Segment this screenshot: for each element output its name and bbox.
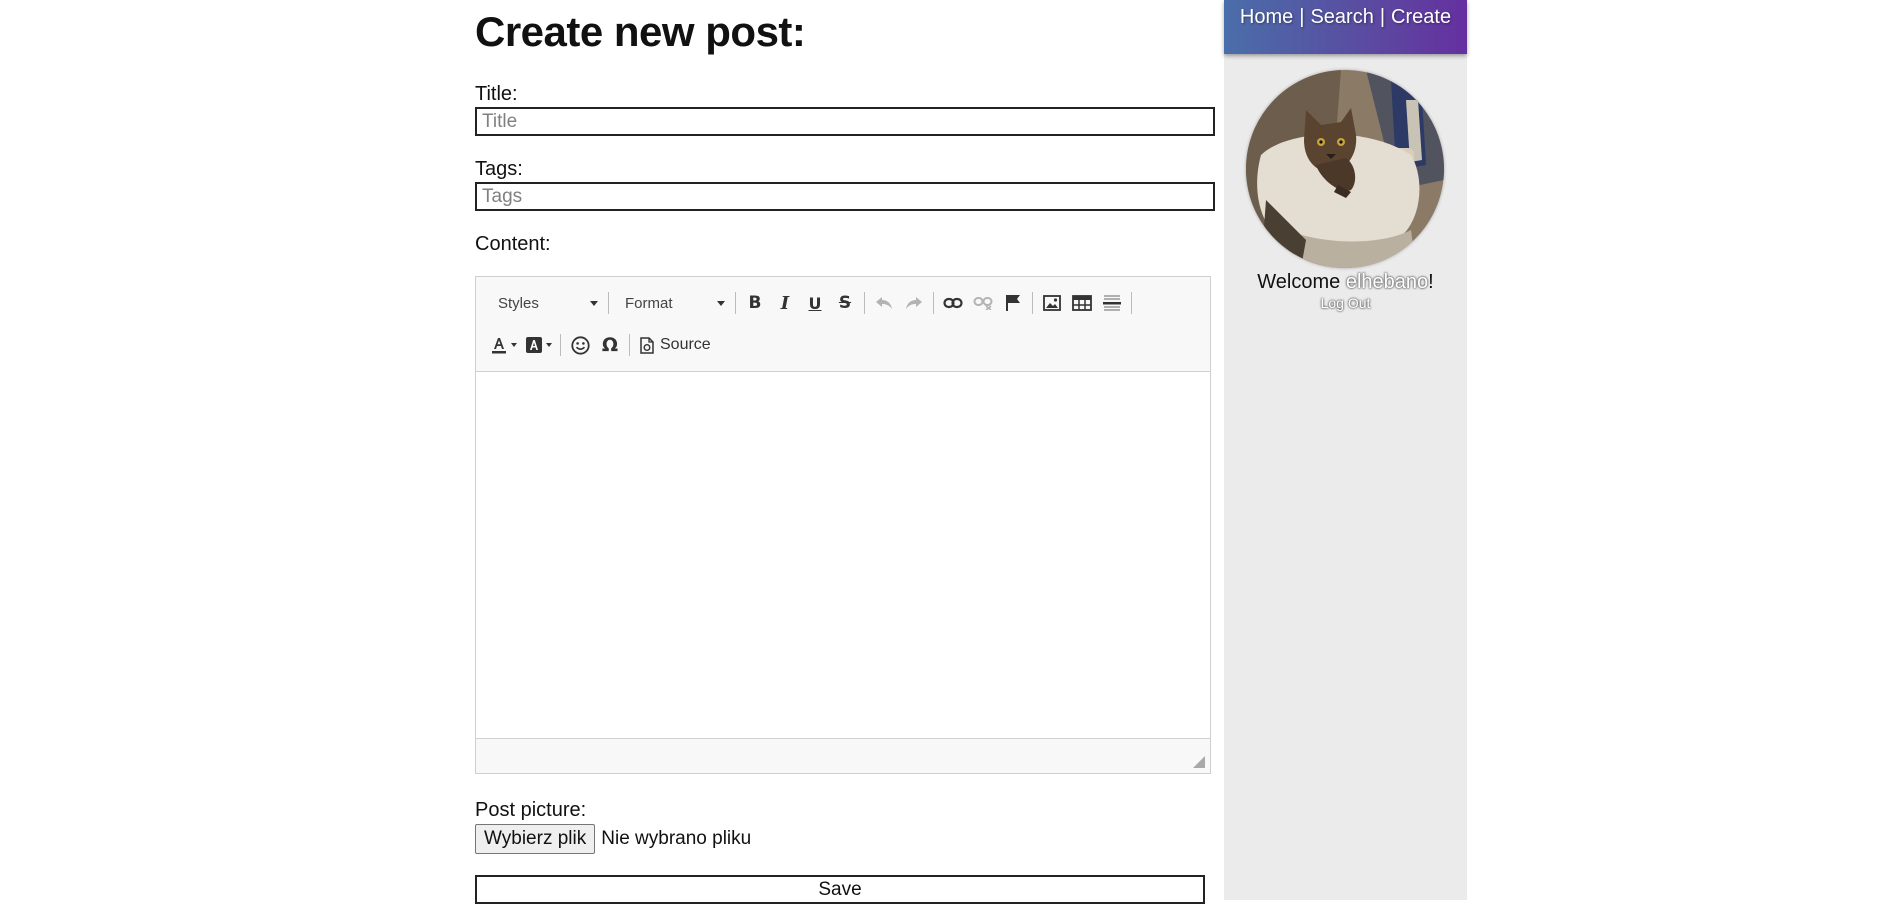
redo-button[interactable] <box>899 289 929 317</box>
title-input[interactable] <box>475 107 1215 136</box>
tags-input[interactable] <box>475 182 1215 211</box>
format-dropdown-label: Format <box>625 294 673 312</box>
editor-toolbar: Styles Format B I U S Ω Source <box>476 277 1210 372</box>
title-label: Title: <box>475 83 518 105</box>
editor-content-area[interactable] <box>476 372 1210 738</box>
rich-text-editor: Styles Format B I U S Ω Source <box>475 276 1211 774</box>
page-title: Create new post: <box>475 8 806 55</box>
toolbar-separator <box>933 292 934 314</box>
chevron-down-icon <box>590 300 598 306</box>
undo-button[interactable] <box>869 289 899 317</box>
editor-footer <box>476 738 1210 773</box>
toolbar-separator <box>1032 292 1033 314</box>
bold-icon: B <box>748 293 762 313</box>
choose-file-button[interactable]: Wybierz plik <box>475 824 596 854</box>
anchor-button[interactable] <box>998 289 1028 317</box>
toolbar-separator <box>629 334 630 356</box>
background-color-icon <box>526 337 542 353</box>
avatar <box>1246 70 1444 268</box>
source-icon <box>640 336 654 354</box>
unlink-button[interactable] <box>968 289 998 317</box>
background-color-button[interactable] <box>521 331 556 359</box>
toolbar-separator <box>1131 292 1132 314</box>
italic-icon: I <box>780 292 790 314</box>
link-button[interactable] <box>938 289 968 317</box>
avatar-cat-photo <box>1246 70 1444 268</box>
post-picture-label: Post picture: <box>475 799 587 821</box>
save-button[interactable]: Save <box>475 875 1205 904</box>
italic-button[interactable]: I <box>770 289 800 317</box>
file-status-text: Nie wybrano pliku <box>601 828 752 849</box>
username-link[interactable]: elhebano <box>1346 271 1428 293</box>
chevron-down-icon <box>546 343 552 347</box>
table-icon <box>1072 295 1092 311</box>
logout-link[interactable]: Log Out <box>1224 295 1467 311</box>
file-picker: Wybierz plik Nie wybrano pliku <box>475 824 751 854</box>
link-icon <box>943 297 963 309</box>
text-color-icon <box>492 338 506 354</box>
redo-icon <box>906 297 922 309</box>
smiley-icon <box>570 335 590 355</box>
horizontal-line-icon <box>1103 295 1121 311</box>
image-button[interactable] <box>1037 289 1067 317</box>
toolbar-separator <box>608 292 609 314</box>
toolbar-row-2: Ω Source <box>486 328 717 362</box>
chevron-down-icon <box>717 300 725 306</box>
styles-dropdown-label: Styles <box>498 294 539 312</box>
toolbar-row-1: Styles Format B I U S <box>486 286 1136 320</box>
source-button[interactable]: Source <box>634 331 717 359</box>
table-button[interactable] <box>1067 289 1097 317</box>
format-dropdown[interactable]: Format <box>613 289 731 317</box>
nav-separator: | <box>1379 6 1386 28</box>
toolbar-separator <box>735 292 736 314</box>
undo-icon <box>876 297 892 309</box>
special-char-button[interactable]: Ω <box>595 331 625 359</box>
styles-dropdown[interactable]: Styles <box>486 289 604 317</box>
tags-label: Tags: <box>475 158 523 180</box>
strikethrough-button[interactable]: S <box>830 289 860 317</box>
bold-button[interactable]: B <box>740 289 770 317</box>
content-label: Content: <box>475 233 551 255</box>
chevron-down-icon <box>511 343 517 347</box>
smiley-button[interactable] <box>565 331 595 359</box>
horizontal-line-button[interactable] <box>1097 289 1127 317</box>
text-color-button[interactable] <box>486 331 521 359</box>
toolbar-separator <box>864 292 865 314</box>
unlink-icon <box>973 297 993 310</box>
sidebar: Home | Search | Create Welcome elhebano!… <box>1224 0 1467 900</box>
welcome-message: Welcome elhebano! <box>1224 271 1467 294</box>
nav-create-link[interactable]: Create <box>1391 6 1451 54</box>
toolbar-separator <box>560 334 561 356</box>
omega-icon: Ω <box>601 334 619 356</box>
image-icon <box>1043 295 1061 311</box>
underline-icon: U <box>808 293 822 313</box>
anchor-flag-icon <box>1006 295 1020 311</box>
nav-separator: | <box>1299 6 1305 28</box>
source-label: Source <box>660 336 711 353</box>
underline-button[interactable]: U <box>800 289 830 317</box>
welcome-suffix: ! <box>1428 271 1434 293</box>
welcome-prefix: Welcome <box>1257 271 1346 293</box>
nav-search-link[interactable]: Search <box>1310 6 1373 54</box>
nav-bar: Home | Search | Create <box>1224 0 1467 54</box>
strikethrough-icon: S <box>838 293 852 313</box>
nav-home-link[interactable]: Home <box>1240 6 1293 54</box>
resize-handle-icon[interactable] <box>1193 756 1205 768</box>
